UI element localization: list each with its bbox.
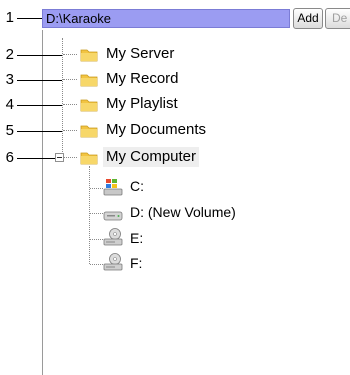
tree-guide-line xyxy=(90,213,103,214)
tree-item-label: C: xyxy=(130,178,144,194)
hard-drive-icon xyxy=(103,211,123,221)
folder-icon xyxy=(80,152,98,165)
path-input[interactable]: D:\Karaoke xyxy=(42,9,290,28)
path-value: D:\Karaoke xyxy=(46,11,112,26)
tree-item-label: My Documents xyxy=(106,121,207,138)
folder-icon xyxy=(80,125,98,138)
tree-item-label: D: (New Volume) xyxy=(130,204,236,220)
tree-item-label: E: xyxy=(130,230,144,246)
callout-number: 5 xyxy=(5,122,14,139)
callout-leader-line xyxy=(17,80,62,81)
callout-leader-line xyxy=(17,18,42,19)
callout-leader-line xyxy=(17,131,62,132)
callout-number: 6 xyxy=(5,149,14,166)
tree-guide-line xyxy=(63,54,77,55)
windows-drive-icon xyxy=(103,179,123,196)
tree-item-label: My Record xyxy=(106,70,179,87)
tree-guide-line xyxy=(63,79,77,80)
callout-leader-line xyxy=(17,55,62,56)
callout-leader-line xyxy=(17,105,62,106)
callout-number: 3 xyxy=(5,71,14,88)
folder-icon xyxy=(80,49,98,62)
tree-item-drive-e[interactable]: E: xyxy=(103,228,183,248)
tree-item-label: F: xyxy=(130,255,143,271)
tree-panel-border xyxy=(42,30,43,375)
tree-item-drive-c[interactable]: C: xyxy=(103,177,183,197)
tree-guide-line xyxy=(90,264,103,265)
collapse-toggle[interactable] xyxy=(55,153,64,162)
tree-item-my-documents[interactable]: My Documents xyxy=(78,120,228,140)
add-button[interactable]: Add xyxy=(293,8,323,29)
callout-leader-line xyxy=(17,158,55,159)
tree-guide-line xyxy=(62,38,63,156)
tree-guide-line xyxy=(63,130,77,131)
tree-guide-line xyxy=(89,166,90,264)
tree-item-drive-d[interactable]: D: (New Volume) xyxy=(103,203,273,223)
tree-item-label: My Playlist xyxy=(106,95,178,112)
tree-guide-line xyxy=(90,239,103,240)
delete-button[interactable]: De xyxy=(325,8,350,29)
optical-drive-icon xyxy=(103,253,123,271)
optical-drive-icon xyxy=(103,228,123,246)
callout-number: 1 xyxy=(5,9,14,26)
folder-icon xyxy=(80,74,98,87)
tree-item-drive-f[interactable]: F: xyxy=(103,253,183,273)
tree-item-my-computer[interactable]: My Computer xyxy=(78,147,228,167)
tree-guide-line xyxy=(64,157,77,158)
tree-guide-line xyxy=(63,104,77,105)
tree-item-my-playlist[interactable]: My Playlist xyxy=(78,94,198,114)
tree-item-label: My Server xyxy=(106,45,175,62)
callout-number: 2 xyxy=(5,46,14,63)
tree-item-my-record[interactable]: My Record xyxy=(78,69,198,89)
tree-guide-line xyxy=(90,188,103,189)
folder-icon xyxy=(80,99,98,112)
tree-item-my-server[interactable]: My Server xyxy=(78,44,198,64)
callout-number: 4 xyxy=(5,96,14,113)
tree-item-label: My Computer xyxy=(103,147,200,167)
